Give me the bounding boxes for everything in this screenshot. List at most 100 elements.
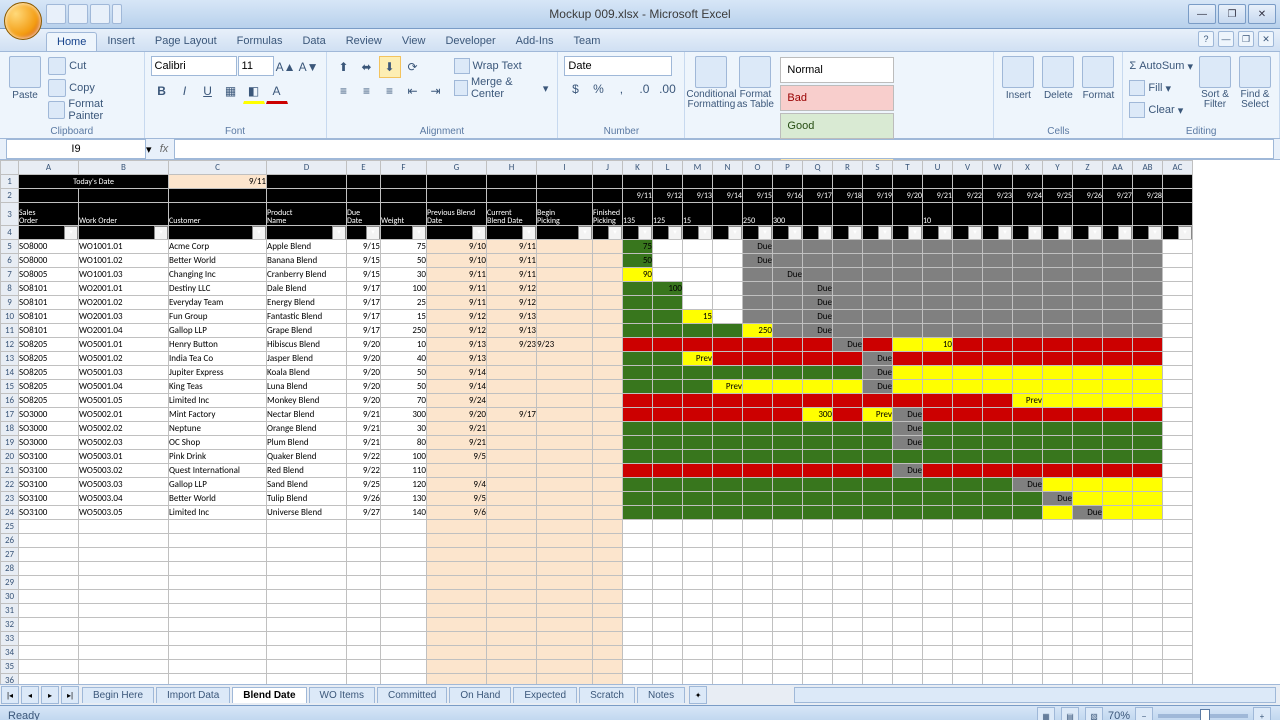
cell[interactable] [267, 618, 347, 632]
new-sheet-icon[interactable]: ✦ [689, 686, 707, 704]
cell[interactable] [487, 618, 537, 632]
undo-icon[interactable] [68, 4, 88, 24]
cell[interactable] [1163, 632, 1193, 646]
cell[interactable]: WO5003.05 [79, 506, 169, 520]
cell[interactable] [1043, 366, 1073, 380]
cell[interactable]: 120 [381, 478, 427, 492]
cell[interactable] [953, 548, 983, 562]
filter-icon[interactable]: ▾ [1178, 226, 1192, 240]
cell[interactable] [923, 366, 953, 380]
cell[interactable] [893, 352, 923, 366]
cell[interactable] [653, 562, 683, 576]
cell[interactable]: Due [1043, 492, 1073, 506]
cell[interactable] [683, 646, 713, 660]
align-top-icon[interactable]: ⬆ [333, 56, 355, 78]
cell[interactable] [803, 618, 833, 632]
cell[interactable] [833, 254, 863, 268]
cell[interactable] [923, 352, 953, 366]
cell[interactable] [19, 660, 79, 674]
cell[interactable]: 9/20 [347, 380, 381, 394]
cell[interactable] [1013, 660, 1043, 674]
cell[interactable] [683, 324, 713, 338]
cell[interactable]: Tulip Blend [267, 492, 347, 506]
cell[interactable] [1073, 450, 1103, 464]
cell[interactable]: 30 [381, 422, 427, 436]
cell[interactable] [537, 506, 593, 520]
cell[interactable] [743, 422, 773, 436]
cell[interactable]: SO8005 [19, 268, 79, 282]
cell[interactable] [683, 632, 713, 646]
cell[interactable] [833, 464, 863, 478]
cell[interactable] [623, 450, 653, 464]
tab-developer[interactable]: Developer [435, 32, 505, 51]
cell[interactable] [803, 632, 833, 646]
cell[interactable] [983, 590, 1013, 604]
cell[interactable] [487, 422, 537, 436]
cell[interactable]: Due [803, 324, 833, 338]
cell[interactable] [169, 548, 267, 562]
cell[interactable] [1073, 548, 1103, 562]
cell[interactable] [1013, 380, 1043, 394]
cell[interactable]: 30 [381, 268, 427, 282]
cell[interactable] [773, 618, 803, 632]
cell[interactable]: 9/5 [427, 492, 487, 506]
cell[interactable] [593, 520, 623, 534]
cell[interactable] [623, 380, 653, 394]
cell[interactable] [487, 380, 537, 394]
cell[interactable] [983, 422, 1013, 436]
cell[interactable]: SO8000 [19, 254, 79, 268]
cell[interactable] [593, 674, 623, 685]
cell[interactable] [487, 464, 537, 478]
cell[interactable]: 9/27 [347, 506, 381, 520]
col-header[interactable]: G [427, 161, 487, 175]
view-normal-icon[interactable]: ▦ [1037, 707, 1055, 720]
cell[interactable] [1133, 618, 1163, 632]
cell[interactable] [537, 604, 593, 618]
row-header[interactable]: 31 [1, 604, 19, 618]
cell[interactable] [1133, 352, 1163, 366]
cell[interactable] [169, 604, 267, 618]
cell[interactable] [683, 534, 713, 548]
cell[interactable]: 9/13 [487, 310, 537, 324]
row-header[interactable]: 4 [1, 226, 19, 240]
cell[interactable] [803, 394, 833, 408]
cell[interactable] [953, 366, 983, 380]
cell[interactable]: Jupiter Express [169, 366, 267, 380]
cell[interactable]: Due [863, 366, 893, 380]
row-header[interactable]: 24 [1, 506, 19, 520]
cell[interactable]: 9/11 [487, 240, 537, 254]
underline-button[interactable]: U [197, 80, 219, 102]
cell[interactable] [983, 492, 1013, 506]
row-header[interactable]: 3 [1, 203, 19, 226]
cell[interactable] [79, 660, 169, 674]
cell[interactable] [1133, 450, 1163, 464]
cell[interactable] [537, 590, 593, 604]
cell[interactable] [653, 450, 683, 464]
tab-insert[interactable]: Insert [97, 32, 145, 51]
cell[interactable] [983, 534, 1013, 548]
redo-icon[interactable] [90, 4, 110, 24]
doc-close-icon[interactable]: ✕ [1258, 31, 1274, 47]
cell[interactable] [653, 534, 683, 548]
cell[interactable] [803, 422, 833, 436]
cell[interactable] [623, 408, 653, 422]
cell[interactable] [1163, 338, 1193, 352]
cell[interactable]: Neptune [169, 422, 267, 436]
cell[interactable] [1133, 534, 1163, 548]
cell[interactable]: 9/15 [347, 268, 381, 282]
cell[interactable] [743, 282, 773, 296]
cell[interactable] [1103, 604, 1133, 618]
cell[interactable]: Pink Drink [169, 450, 267, 464]
border-button[interactable]: ▦ [220, 80, 242, 102]
row-header[interactable]: 35 [1, 660, 19, 674]
cell[interactable] [923, 548, 953, 562]
col-header[interactable]: T [893, 161, 923, 175]
cell[interactable]: 9/10 [427, 254, 487, 268]
cell[interactable]: Due [773, 268, 803, 282]
cell[interactable]: 15 [381, 310, 427, 324]
cell[interactable] [653, 464, 683, 478]
cell[interactable] [983, 646, 1013, 660]
cell[interactable] [623, 618, 653, 632]
cell[interactable]: Universe Blend [267, 506, 347, 520]
cell[interactable]: SO8205 [19, 394, 79, 408]
